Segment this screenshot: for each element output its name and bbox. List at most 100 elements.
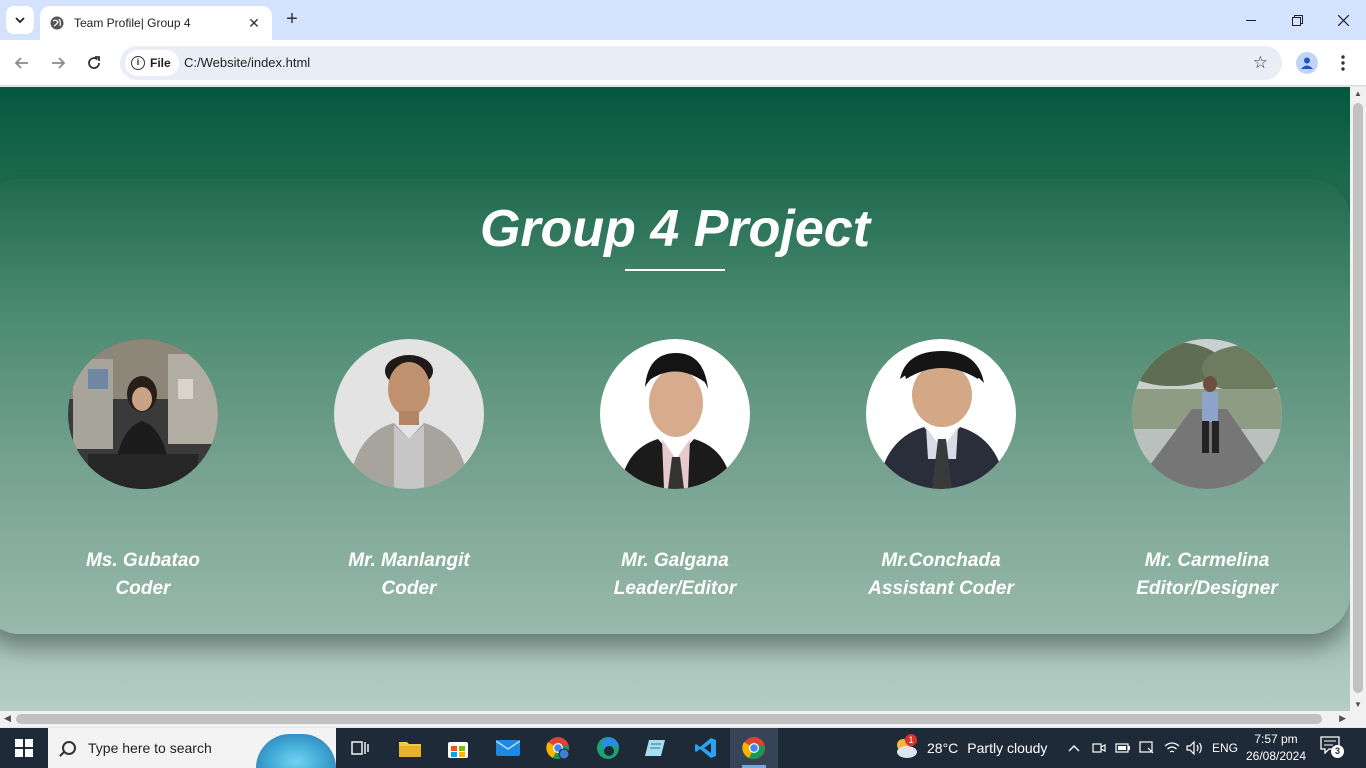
info-icon: i: [131, 56, 145, 70]
vertical-scrollbar[interactable]: ▲ ▼: [1350, 87, 1366, 711]
browser-toolbar: i File C:/Website/index.html ☆: [0, 40, 1366, 86]
member-photo: [866, 339, 1016, 489]
chrome-icon: [546, 737, 570, 760]
volume-icon[interactable]: [1186, 728, 1204, 768]
minimize-icon: [1246, 20, 1256, 21]
close-tab-icon[interactable]: ✕: [246, 15, 262, 31]
reload-button[interactable]: [80, 49, 108, 77]
camera-icon: [1092, 743, 1106, 753]
file-explorer-app[interactable]: [386, 728, 434, 768]
chevron-up-icon: [1068, 745, 1080, 752]
scroll-left-arrow-icon[interactable]: ◀: [4, 713, 11, 724]
member-role: Editor/Designer: [1136, 578, 1278, 599]
member-name: Mr. Manlangit: [348, 550, 470, 571]
edge-icon: [597, 737, 619, 759]
chrome-app[interactable]: [730, 728, 778, 768]
chevron-down-icon: [15, 17, 25, 24]
show-hidden-icons-button[interactable]: [1068, 728, 1080, 768]
vscode-app[interactable]: [682, 728, 730, 768]
member-role: Leader/Editor: [613, 578, 737, 599]
weather-badge: 1: [905, 734, 917, 746]
network-icon[interactable]: [1139, 728, 1155, 768]
weather-widget[interactable]: 1 28°C Partly cloudy: [893, 728, 1047, 768]
back-button[interactable]: [8, 49, 36, 77]
search-highlight-art: [256, 734, 336, 768]
notepad-app[interactable]: [632, 728, 680, 768]
chrome-icon: [742, 737, 765, 759]
weather-temperature: 28°C: [927, 740, 959, 756]
member-role: Coder: [381, 578, 437, 599]
page-viewport: Group 4 Project Ms. Gubatao Coder Mr. Ma…: [0, 87, 1350, 711]
notepad-icon: [645, 740, 665, 756]
weather-description: Partly cloudy: [967, 740, 1048, 756]
new-tab-button[interactable]: +: [280, 8, 304, 32]
tab-strip: Team Profile| Group 4 ✕ +: [0, 0, 1366, 40]
wifi-icon[interactable]: [1164, 728, 1180, 768]
profile-avatar-button[interactable]: [1296, 52, 1318, 74]
member-card: Mr. Carmelina Editor/Designer: [1097, 339, 1317, 603]
task-view-button[interactable]: [336, 728, 384, 768]
close-window-button[interactable]: [1320, 0, 1366, 40]
vscode-icon: [695, 738, 716, 758]
scroll-right-arrow-icon[interactable]: ▶: [1339, 713, 1346, 724]
bookmark-star-icon[interactable]: ☆: [1253, 53, 1268, 73]
menu-button[interactable]: [1336, 52, 1350, 74]
forward-button[interactable]: [44, 49, 72, 77]
scroll-corner: [1350, 711, 1366, 727]
clock[interactable]: 7:57 pm 26/08/2024: [1245, 731, 1307, 765]
globe-icon: [50, 16, 64, 30]
edge-app[interactable]: [584, 728, 632, 768]
folder-icon: [399, 742, 421, 757]
notification-center-button[interactable]: 3: [1320, 736, 1348, 760]
chip-label: File: [150, 56, 171, 70]
language-indicator[interactable]: ENG: [1212, 728, 1238, 768]
horizontal-scroll-thumb[interactable]: [16, 714, 1322, 724]
member-photo: [68, 339, 218, 489]
member-photo: [1132, 339, 1282, 489]
microsoft-store-app[interactable]: [434, 728, 482, 768]
search-placeholder: Type here to search: [88, 740, 212, 756]
member-name: Mr. Carmelina: [1144, 550, 1270, 571]
mail-icon: [496, 740, 520, 756]
store-icon: [448, 742, 468, 758]
minimize-button[interactable]: [1228, 0, 1274, 40]
search-icon: [62, 741, 76, 755]
arrow-right-icon: [52, 57, 66, 69]
member-name: Ms. Gubatao: [85, 550, 200, 571]
vertical-scroll-thumb[interactable]: [1353, 103, 1363, 693]
wifi-signal-icon: [1164, 742, 1180, 753]
title-underline: [625, 269, 725, 271]
member-role: Coder: [115, 578, 171, 599]
mail-app[interactable]: [484, 728, 532, 768]
member-card: Mr. Galgana Leader/Editor: [565, 339, 785, 603]
tab-title: Team Profile| Group 4: [74, 16, 191, 30]
member-card: Ms. Gubatao Coder: [33, 339, 253, 603]
active-tab[interactable]: Team Profile| Group 4 ✕: [40, 6, 272, 40]
scroll-up-arrow-icon[interactable]: ▲: [1353, 89, 1363, 98]
restore-icon: [1291, 14, 1303, 26]
restore-button[interactable]: [1274, 0, 1320, 40]
taskbar-search-box[interactable]: Type here to search: [48, 728, 336, 768]
member-photo: [334, 339, 484, 489]
arrow-left-icon: [14, 57, 28, 69]
address-bar[interactable]: i File C:/Website/index.html ☆: [120, 46, 1282, 80]
start-button[interactable]: [0, 728, 48, 768]
clock-time: 7:57 pm: [1254, 732, 1298, 746]
site-info-chip[interactable]: i File: [125, 50, 179, 76]
battery-plug-icon: [1115, 743, 1130, 753]
battery-icon[interactable]: [1115, 728, 1131, 768]
ethernet-icon: [1139, 741, 1154, 754]
scroll-down-arrow-icon[interactable]: ▼: [1353, 700, 1363, 709]
windows-taskbar: Type here to search 1 28°C Partly cloudy: [0, 728, 1366, 768]
meet-now-icon[interactable]: [1092, 728, 1106, 768]
page-title: Group 4 Project: [479, 200, 871, 258]
chrome-profile-app[interactable]: [534, 728, 582, 768]
member-name: Mr.Conchada: [881, 550, 1001, 571]
url-text[interactable]: C:/Website/index.html: [184, 55, 310, 70]
reload-icon: [88, 56, 100, 69]
horizontal-scrollbar[interactable]: ◀ ▶: [0, 711, 1350, 727]
member-card: Mr. Manlangit Coder: [299, 339, 519, 603]
person-icon: [1301, 57, 1313, 69]
more-vert-icon: [1341, 55, 1345, 71]
tab-search-button[interactable]: [6, 6, 34, 34]
